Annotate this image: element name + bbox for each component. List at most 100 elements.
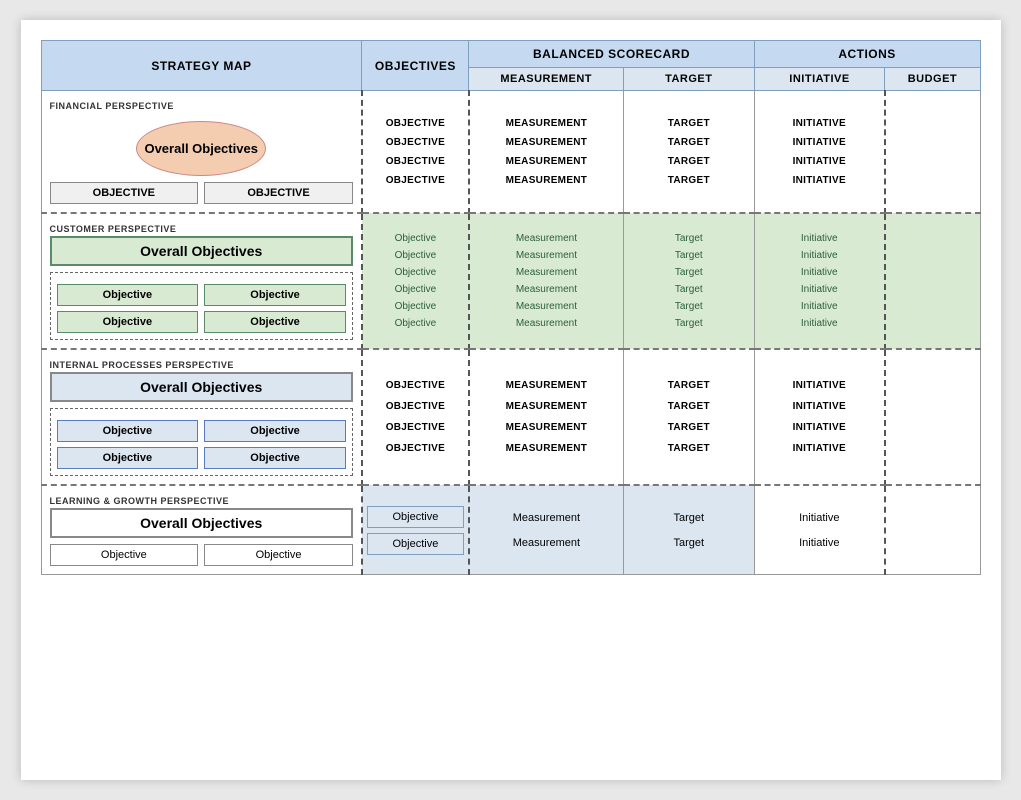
- customer-obj4: Objective: [204, 311, 346, 333]
- internal-obj4: Objective: [204, 447, 346, 469]
- int-init-r1: INITIATIVE: [757, 377, 882, 394]
- internal-inner-dashed: Objective Objective Objective Objective: [50, 408, 353, 476]
- financial-obj2: OBJECTIVE: [204, 182, 353, 204]
- cust-meas-r1: Measurement: [472, 231, 621, 246]
- customer-inner-dashed: Objective Objective Objective Objective: [50, 272, 353, 340]
- learn-tgt-r1: Target: [628, 508, 750, 528]
- cust-tgt-r4: Target: [626, 282, 752, 297]
- internal-obj-row1: Objective Objective: [57, 420, 346, 442]
- learning-obj1: Objective: [50, 544, 199, 566]
- bsc-header: BALANCED SCORECARD: [469, 41, 754, 68]
- cust-init-r4: Initiative: [757, 282, 882, 297]
- fin-obj-r2: OBJECTIVE: [365, 134, 466, 151]
- int-obj-r2: OBJECTIVE: [365, 398, 466, 415]
- main-table: STRATEGY MAP OBJECTIVES BALANCED SCORECA…: [41, 40, 981, 575]
- initiative-header: INITIATIVE: [754, 68, 885, 91]
- fin-meas-r3: MEASUREMENT: [472, 153, 621, 170]
- fin-tgt-r4: TARGET: [626, 172, 752, 189]
- customer-obj-row1: Objective Objective: [57, 284, 346, 306]
- int-init-r4: INITIATIVE: [757, 440, 882, 457]
- learn-meas-r1: Measurement: [474, 508, 619, 528]
- strategy-map-header: STRATEGY MAP: [41, 41, 362, 91]
- cust-init-r5: Initiative: [757, 299, 882, 314]
- customer-label: CUSTOMER PERSPECTIVE: [50, 222, 353, 236]
- customer-overall: Overall Objectives: [50, 236, 353, 266]
- cust-init-r2: Initiative: [757, 248, 882, 263]
- fin-tgt-r1: TARGET: [626, 115, 752, 132]
- int-obj-r4: OBJECTIVE: [365, 440, 466, 457]
- int-meas-r2: MEASUREMENT: [472, 398, 621, 415]
- financial-label: FINANCIAL PERSPECTIVE: [50, 99, 353, 113]
- internal-obj-row2: Objective Objective: [57, 447, 346, 469]
- fin-init-r3: INITIATIVE: [757, 153, 882, 170]
- cust-meas-r4: Measurement: [472, 282, 621, 297]
- page-container: STRATEGY MAP OBJECTIVES BALANCED SCORECA…: [21, 20, 1001, 780]
- cust-obj-r1: Objective: [365, 231, 466, 246]
- customer-obj2: Objective: [204, 284, 346, 306]
- fin-tgt-r2: TARGET: [626, 134, 752, 151]
- int-obj-r1: OBJECTIVE: [365, 377, 466, 394]
- customer-obj-row2: Objective Objective: [57, 311, 346, 333]
- int-tgt-r3: TARGET: [626, 419, 752, 436]
- financial-overall-oval: Overall Objectives: [136, 121, 266, 176]
- cust-obj-r3: Objective: [365, 265, 466, 280]
- internal-overall: Overall Objectives: [50, 372, 353, 402]
- cust-tgt-r2: Target: [626, 248, 752, 263]
- int-meas-r1: MEASUREMENT: [472, 377, 621, 394]
- learn-meas-r2: Measurement: [474, 533, 619, 553]
- cust-meas-r6: Measurement: [472, 316, 621, 331]
- customer-section: CUSTOMER PERSPECTIVE Overall Objectives …: [41, 213, 980, 349]
- actions-header: ACTIONS: [754, 41, 980, 68]
- cust-obj-r4: Objective: [365, 282, 466, 297]
- learn-tgt-r2: Target: [628, 533, 750, 553]
- fin-meas-r4: MEASUREMENT: [472, 172, 621, 189]
- fin-init-r4: INITIATIVE: [757, 172, 882, 189]
- fin-obj-r3: OBJECTIVE: [365, 153, 466, 170]
- fin-obj-r4: OBJECTIVE: [365, 172, 466, 189]
- learn-init-r2: Initiative: [759, 533, 880, 553]
- learn-obj-r1: Objective: [367, 506, 464, 528]
- learning-obj-boxes: Objective Objective: [50, 544, 353, 566]
- learning-obj2: Objective: [204, 544, 353, 566]
- internal-obj3: Objective: [57, 447, 199, 469]
- financial-section: FINANCIAL PERSPECTIVE Overall Objectives…: [41, 91, 980, 214]
- fin-init-r2: INITIATIVE: [757, 134, 882, 151]
- financial-obj-boxes: OBJECTIVE OBJECTIVE: [50, 182, 353, 204]
- learning-label: LEARNING & GROWTH PERSPECTIVE: [50, 494, 353, 508]
- cust-tgt-r6: Target: [626, 316, 752, 331]
- cust-init-r1: Initiative: [757, 231, 882, 246]
- customer-obj3: Objective: [57, 311, 199, 333]
- target-header: TARGET: [623, 68, 754, 91]
- int-obj-r3: OBJECTIVE: [365, 419, 466, 436]
- learn-obj-r2: Objective: [367, 533, 464, 555]
- fin-init-r1: INITIATIVE: [757, 115, 882, 132]
- cust-obj-r2: Objective: [365, 248, 466, 263]
- cust-tgt-r3: Target: [626, 265, 752, 280]
- cust-meas-r3: Measurement: [472, 265, 621, 280]
- cust-obj-r6: Objective: [365, 316, 466, 331]
- cust-obj-r5: Objective: [365, 299, 466, 314]
- internal-obj2: Objective: [204, 420, 346, 442]
- budget-header: BUDGET: [885, 68, 980, 91]
- fin-meas-r2: MEASUREMENT: [472, 134, 621, 151]
- learn-init-r1: Initiative: [759, 508, 880, 528]
- int-meas-r3: MEASUREMENT: [472, 419, 621, 436]
- int-tgt-r1: TARGET: [626, 377, 752, 394]
- cust-meas-r5: Measurement: [472, 299, 621, 314]
- fin-obj-r1: OBJECTIVE: [365, 115, 466, 132]
- customer-obj1: Objective: [57, 284, 199, 306]
- int-init-r2: INITIATIVE: [757, 398, 882, 415]
- cust-init-r3: Initiative: [757, 265, 882, 280]
- financial-obj1: OBJECTIVE: [50, 182, 199, 204]
- internal-section: INTERNAL PROCESSES PERSPECTIVE Overall O…: [41, 349, 980, 485]
- measurement-header: MEASUREMENT: [469, 68, 624, 91]
- learning-section: LEARNING & GROWTH PERSPECTIVE Overall Ob…: [41, 485, 980, 575]
- fin-tgt-r3: TARGET: [626, 153, 752, 170]
- cust-tgt-r1: Target: [626, 231, 752, 246]
- cust-init-r6: Initiative: [757, 316, 882, 331]
- fin-meas-r1: MEASUREMENT: [472, 115, 621, 132]
- cust-meas-r2: Measurement: [472, 248, 621, 263]
- learning-overall: Overall Objectives: [50, 508, 353, 538]
- int-tgt-r4: TARGET: [626, 440, 752, 457]
- int-tgt-r2: TARGET: [626, 398, 752, 415]
